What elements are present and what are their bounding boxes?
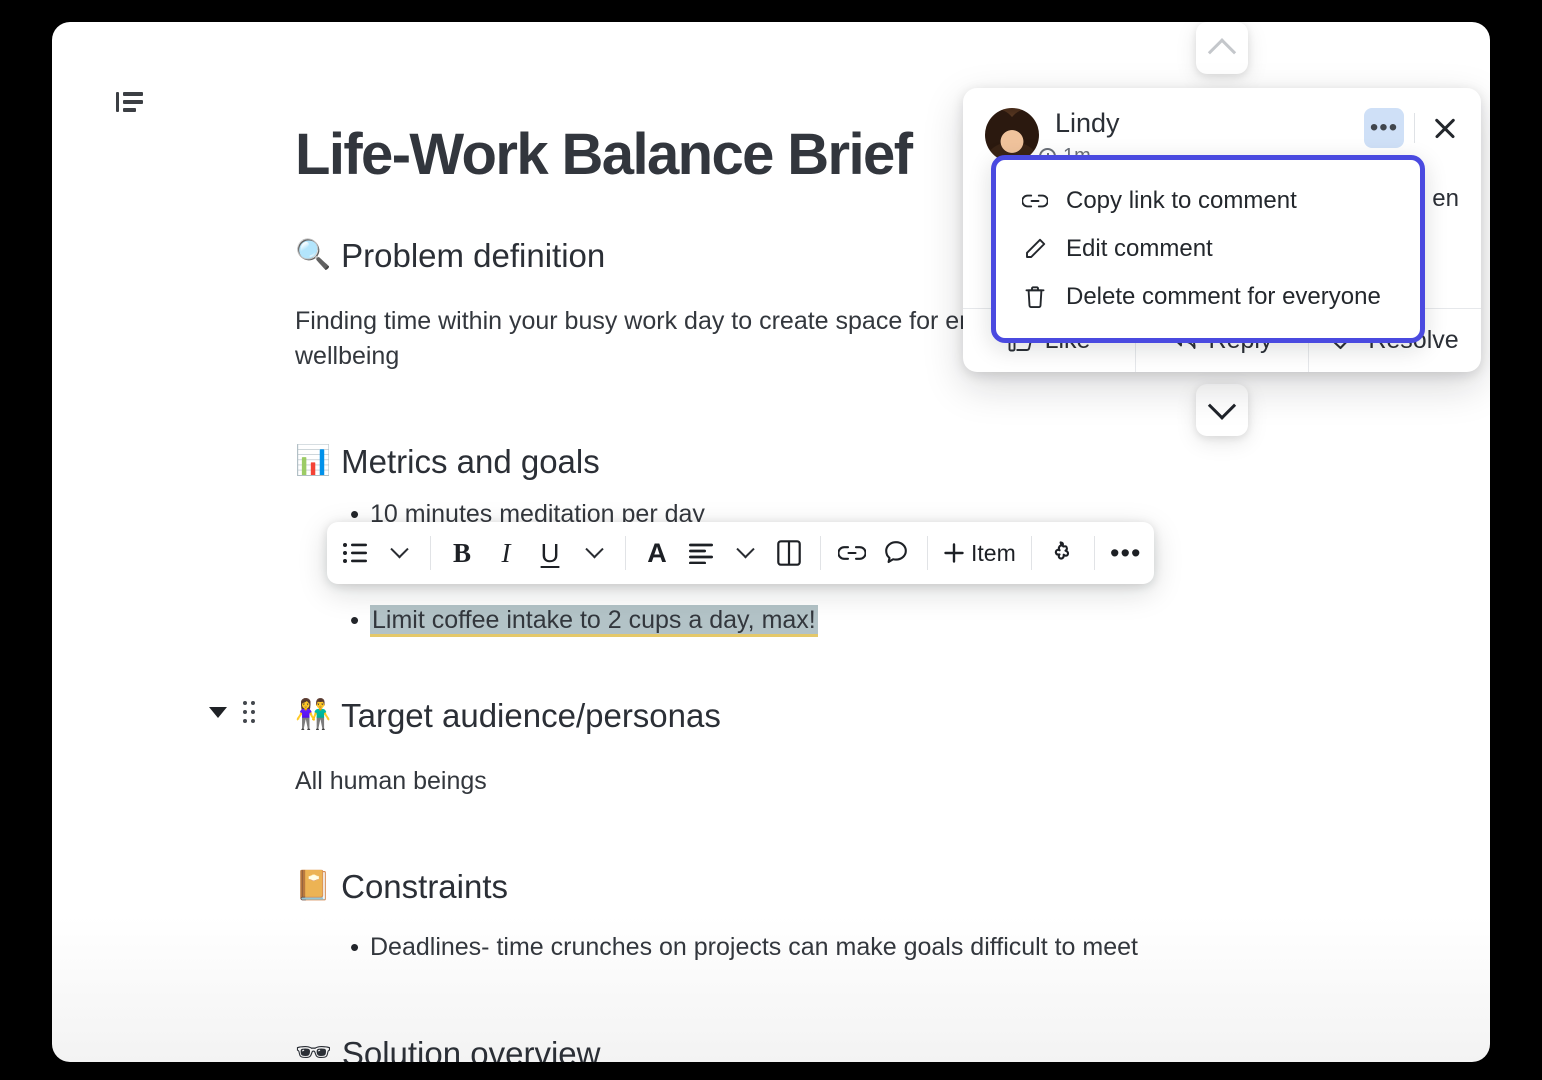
section-paragraph-target-audience[interactable]: All human beings [295, 764, 1095, 800]
trash-icon [1022, 284, 1048, 310]
menu-item-delete-comment[interactable]: Delete comment for everyone [996, 273, 1420, 321]
couple-icon: 👫 [295, 699, 332, 732]
text-style-chevron-down-icon[interactable] [572, 531, 616, 575]
section-heading-metrics-and-goals[interactable]: 📊 Metrics and goals [295, 441, 1475, 482]
ellipsis-icon: ••• [1369, 114, 1399, 142]
previous-comment-button[interactable] [1196, 22, 1248, 74]
menu-item-copy-link[interactable]: Copy link to comment [996, 177, 1420, 225]
menu-item-label: Copy link to comment [1066, 187, 1297, 214]
list-item[interactable]: Limit coffee intake to 2 cups a day, max… [295, 601, 1475, 639]
magnifying-glass-icon: 🔍 [295, 238, 332, 271]
notebook-icon: 📔 [295, 870, 332, 903]
pencil-icon [1022, 236, 1048, 262]
comment-header-actions: ••• [1364, 108, 1465, 148]
avatar [985, 108, 1039, 162]
section-heading-constraints[interactable]: 📔 Constraints [295, 866, 1475, 907]
outline-icon-bar [123, 100, 143, 104]
collapse-caret-icon[interactable] [209, 706, 227, 718]
selected-text[interactable]: Limit coffee intake to 2 cups a day, max… [370, 604, 818, 637]
align-left-icon[interactable] [679, 531, 723, 575]
bold-button[interactable]: B [440, 531, 484, 575]
link-icon[interactable] [830, 531, 874, 575]
toolbar-divider [820, 536, 821, 570]
toolbar-divider [1093, 536, 1095, 570]
close-comment-button[interactable] [1425, 108, 1465, 148]
toolbar-group-insert [830, 531, 918, 575]
plugin-puzzle-icon[interactable] [1041, 531, 1085, 575]
outline-icon-bar [116, 92, 119, 112]
bullet-list-constraints: Deadlines- time crunches on projects can… [295, 928, 1475, 966]
section-heading-target-audience[interactable]: 👫 Target audience/personas [209, 695, 1475, 736]
section-heading-solution-overview[interactable]: 🕶 Solution overview [295, 1033, 1475, 1062]
toolbar-divider [927, 536, 928, 570]
toolbar-more-icon[interactable]: ••• [1104, 531, 1148, 575]
section-heading-label: Constraints [341, 867, 509, 905]
block-gutter [209, 701, 255, 724]
italic-button[interactable]: I [484, 531, 528, 575]
close-icon [1432, 115, 1458, 141]
align-chevron-down-icon[interactable] [723, 531, 767, 575]
divider [1414, 113, 1415, 143]
chevron-down-icon [1207, 391, 1237, 420]
section-heading-label: Solution overview [341, 1034, 601, 1062]
section-heading-label: Metrics and goals [341, 442, 600, 480]
bar-chart-icon: 📊 [295, 445, 332, 478]
list-item[interactable]: Deadlines- time crunches on projects can… [295, 928, 1475, 966]
toolbar-group-paragraph: A [635, 531, 811, 575]
outline-icon-bar [123, 92, 143, 96]
comment-author-name: Lindy [1055, 108, 1120, 138]
link-icon [1022, 188, 1048, 214]
add-item-button[interactable]: Item [937, 531, 1022, 575]
comment-context-menu: Copy link to comment Edit comment Delete… [991, 155, 1425, 343]
section-heading-label: Problem definition [341, 236, 606, 274]
next-comment-button[interactable] [1196, 384, 1248, 436]
menu-item-label: Edit comment [1066, 235, 1213, 262]
drag-handle-icon[interactable] [243, 701, 255, 724]
screen: Life-Work Balance Brief 🔍 Problem defini… [0, 0, 1542, 1080]
add-item-label: Item [971, 539, 1016, 566]
outline-icon-bar [123, 108, 136, 112]
toolbar-divider [1030, 536, 1032, 570]
comment-icon[interactable] [874, 531, 918, 575]
menu-item-label: Delete comment for everyone [1066, 283, 1381, 310]
toolbar-group-list [333, 531, 421, 575]
toolbar-divider [430, 536, 431, 570]
comment-more-button[interactable]: ••• [1364, 108, 1404, 148]
list-style-chevron-down-icon[interactable] [377, 531, 421, 575]
font-color-icon[interactable]: A [635, 531, 679, 575]
toolbar-group-text-style: B I U [440, 531, 616, 575]
sunglasses-icon: 🕶 [295, 1036, 332, 1062]
bulleted-list-icon[interactable] [333, 531, 377, 575]
section-heading-label: Target audience/personas [341, 697, 721, 735]
toolbar-divider [625, 536, 626, 570]
formatting-toolbar: B I U A Item ••• [327, 522, 1154, 584]
underline-button[interactable]: U [528, 531, 572, 575]
menu-item-edit-comment[interactable]: Edit comment [996, 225, 1420, 273]
columns-icon[interactable] [767, 531, 811, 575]
chevron-up-icon [1207, 38, 1237, 67]
outline-toggle-icon[interactable] [116, 90, 146, 116]
